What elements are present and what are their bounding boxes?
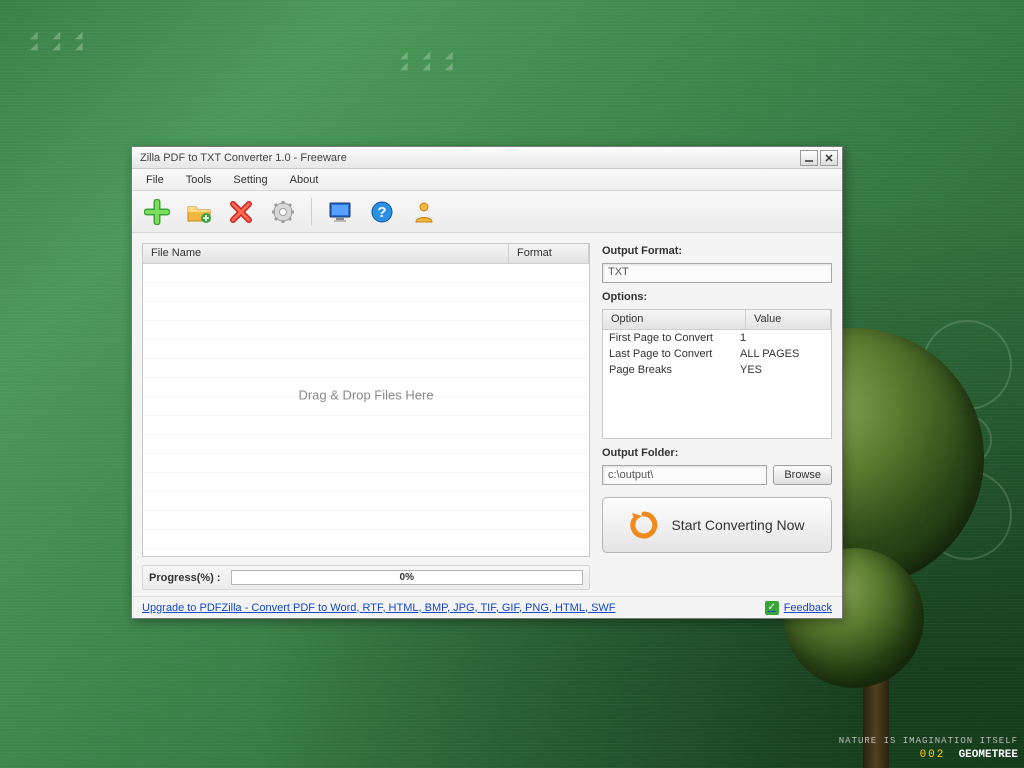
start-converting-label: Start Converting Now <box>671 517 804 533</box>
progress-bar: 0% <box>231 570 583 585</box>
start-converting-button[interactable]: Start Converting Now <box>602 497 832 553</box>
check-icon: ✓ <box>765 601 779 615</box>
options-label: Options: <box>602 291 832 303</box>
option-value: ALL PAGES <box>740 348 825 360</box>
add-file-button[interactable] <box>140 195 174 229</box>
right-panel: Output Format: TXT Options: Option Value… <box>602 243 832 590</box>
output-format-label: Output Format: <box>602 245 832 257</box>
option-name: Last Page to Convert <box>609 348 740 360</box>
help-button[interactable]: ? <box>365 195 399 229</box>
monitor-icon <box>327 199 353 225</box>
option-row[interactable]: Page Breaks YES <box>603 362 831 378</box>
footer: Upgrade to PDFZilla - Convert PDF to Wor… <box>132 596 842 618</box>
col-option[interactable]: Option <box>603 310 746 329</box>
plus-icon <box>144 199 170 225</box>
window-buttons <box>800 150 838 166</box>
menu-tools[interactable]: Tools <box>186 174 212 186</box>
add-folder-button[interactable] <box>182 195 216 229</box>
wallpaper-caption-line1: NATURE IS IMAGINATION ITSELF <box>839 734 1018 748</box>
menu-setting[interactable]: Setting <box>233 174 267 186</box>
feedback-link[interactable]: ✓ Feedback <box>765 601 832 615</box>
file-list-table[interactable]: File Name Format Drag & Drop Files Here <box>142 243 590 557</box>
option-value: YES <box>740 364 825 376</box>
options-table: Option Value First Page to Convert 1 Las… <box>602 309 832 439</box>
user-button[interactable] <box>407 195 441 229</box>
col-filename[interactable]: File Name <box>143 244 509 263</box>
wallpaper-name: GEOMETREE <box>959 749 1018 761</box>
person-icon <box>412 200 436 224</box>
option-row[interactable]: Last Page to Convert ALL PAGES <box>603 346 831 362</box>
progress-label: Progress(%) : <box>149 572 221 584</box>
option-value: 1 <box>740 332 825 344</box>
output-folder-row: Browse <box>602 465 832 485</box>
drop-hint: Drag & Drop Files Here <box>298 388 433 403</box>
display-button[interactable] <box>323 195 357 229</box>
decorative-dots: ◢ ◢ ◢◢ ◢ ◢ <box>400 50 459 72</box>
svg-text:?: ? <box>377 204 386 221</box>
refresh-icon <box>629 510 659 540</box>
wallpaper-caption: NATURE IS IMAGINATION ITSELF 002 GEOMETR… <box>839 734 1018 762</box>
gear-icon <box>271 200 295 224</box>
upgrade-link[interactable]: Upgrade to PDFZilla - Convert PDF to Wor… <box>142 602 616 614</box>
window-body: File Name Format Drag & Drop Files Here … <box>132 233 842 596</box>
progress-row: Progress(%) : 0% <box>142 565 590 590</box>
browse-button[interactable]: Browse <box>773 465 832 485</box>
desktop-background: ◢ ◢ ◢◢ ◢ ◢ ◢ ◢ ◢◢ ◢ ◢ NATURE IS IMAGINAT… <box>0 0 1024 768</box>
close-button[interactable] <box>820 150 838 166</box>
option-name: Page Breaks <box>609 364 740 376</box>
progress-value: 0% <box>232 571 582 584</box>
output-folder-input[interactable] <box>602 465 767 485</box>
option-name: First Page to Convert <box>609 332 740 344</box>
menu-about[interactable]: About <box>290 174 319 186</box>
minimize-icon <box>804 153 814 163</box>
left-panel: File Name Format Drag & Drop Files Here … <box>142 243 590 590</box>
settings-button[interactable] <box>266 195 300 229</box>
menu-file[interactable]: File <box>146 174 164 186</box>
col-value[interactable]: Value <box>746 310 831 329</box>
feedback-label: Feedback <box>784 602 832 614</box>
col-format[interactable]: Format <box>509 244 589 263</box>
file-list-body[interactable]: Drag & Drop Files Here <box>143 264 589 556</box>
folder-plus-icon <box>186 199 212 225</box>
toolbar-separator <box>311 198 312 226</box>
decorative-circles <box>902 320 1012 580</box>
decorative-dots: ◢ ◢ ◢◢ ◢ ◢ <box>30 30 89 52</box>
minimize-button[interactable] <box>800 150 818 166</box>
toolbar: ? <box>132 191 842 233</box>
wallpaper-code: 002 <box>920 749 946 761</box>
window-title: Zilla PDF to TXT Converter 1.0 - Freewar… <box>140 152 347 164</box>
output-format-field[interactable]: TXT <box>602 263 832 283</box>
options-header: Option Value <box>603 310 831 330</box>
option-row[interactable]: First Page to Convert 1 <box>603 330 831 346</box>
titlebar[interactable]: Zilla PDF to TXT Converter 1.0 - Freewar… <box>132 147 842 169</box>
app-window: Zilla PDF to TXT Converter 1.0 - Freewar… <box>131 146 843 619</box>
close-icon <box>824 153 834 163</box>
file-list-header: File Name Format <box>143 244 589 264</box>
output-folder-label: Output Folder: <box>602 447 832 459</box>
remove-button[interactable] <box>224 195 258 229</box>
help-icon: ? <box>370 200 394 224</box>
menubar: File Tools Setting About <box>132 169 842 191</box>
x-icon <box>229 200 253 224</box>
